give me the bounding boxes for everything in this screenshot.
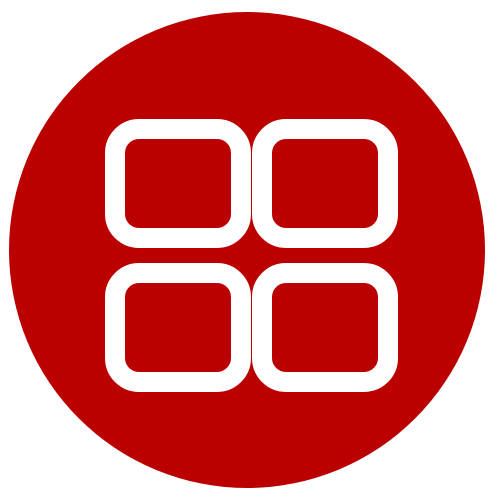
- grid-tile-top-left: [105, 119, 251, 248]
- grid-icon: [105, 119, 398, 392]
- grid-tile-top-right: [252, 119, 398, 248]
- stage: [0, 0, 500, 500]
- grid-tile-bottom-left: [105, 263, 251, 392]
- app-grid-button[interactable]: [9, 12, 485, 488]
- grid-tile-bottom-right: [252, 263, 398, 392]
